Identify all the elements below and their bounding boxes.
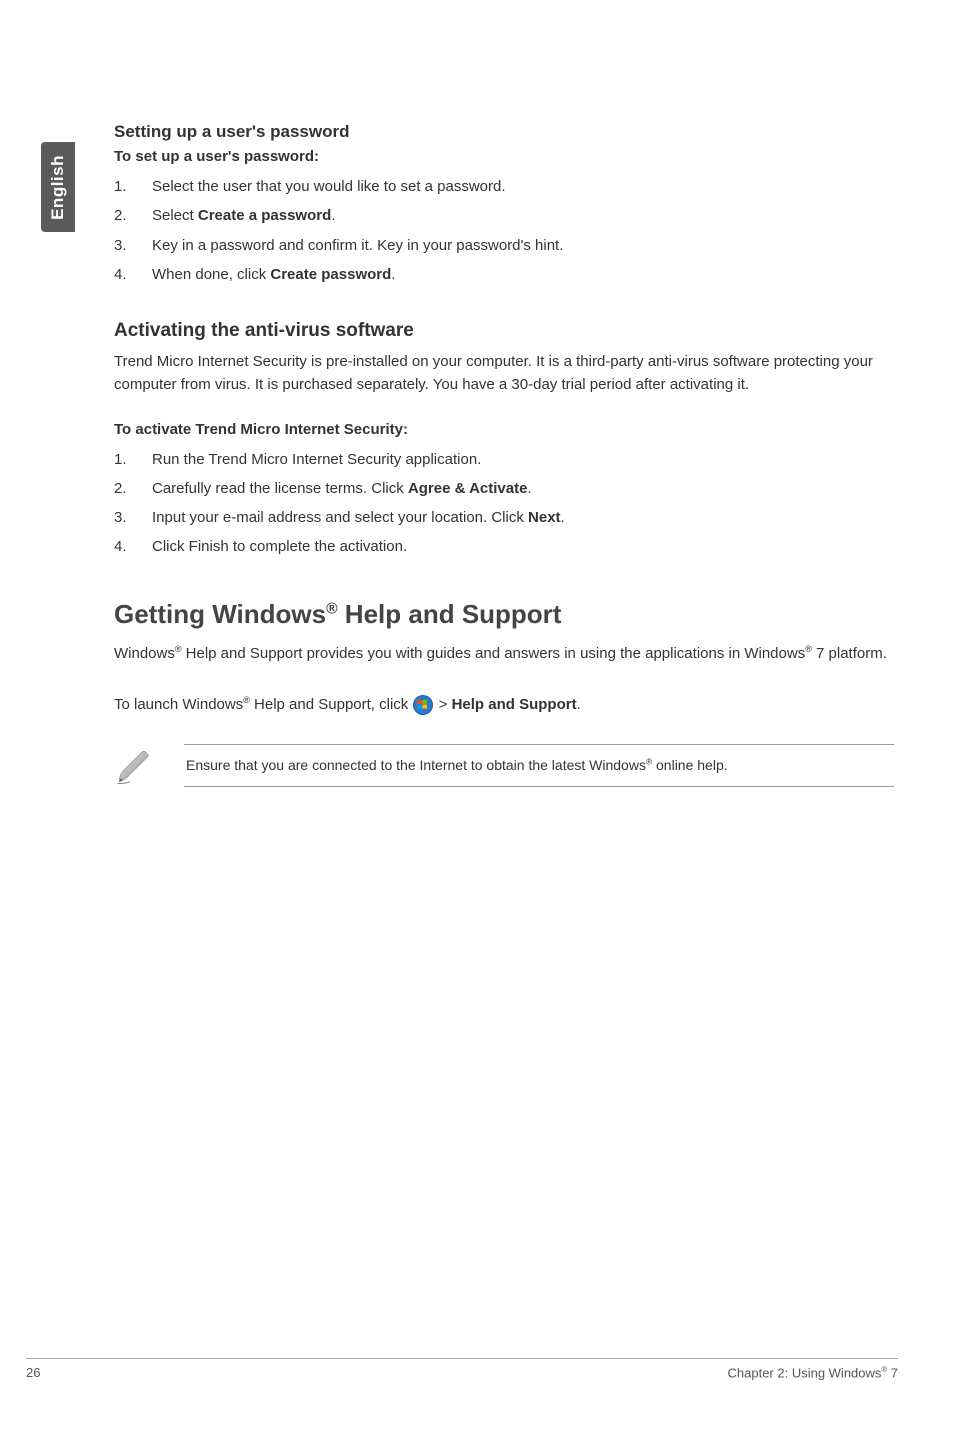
language-tab: English [41, 142, 75, 232]
step-number: 3. [114, 506, 152, 529]
list-item: 3. Input your e-mail address and select … [114, 506, 894, 529]
help-support-heading: Getting Windows® Help and Support [114, 599, 894, 630]
step-number: 2. [114, 477, 152, 500]
page-footer: 26 Chapter 2: Using Windows® 7 [26, 1358, 898, 1380]
list-item: 2. Carefully read the license terms. Cli… [114, 477, 894, 500]
page-number: 26 [26, 1365, 40, 1380]
step-text: Input your e-mail address and select you… [152, 506, 894, 529]
step-number: 4. [114, 263, 152, 286]
page-content: Setting up a user's password To set up a… [114, 122, 894, 787]
step-text: Key in a password and confirm it. Key in… [152, 234, 894, 257]
setting-password-steps: 1. Select the user that you would like t… [114, 175, 894, 286]
step-text: Carefully read the license terms. Click … [152, 477, 894, 500]
step-text: Click Finish to complete the activation. [152, 535, 894, 558]
help-support-launch: To launch Windows® Help and Support, cli… [114, 693, 894, 716]
list-item: 4. Click Finish to complete the activati… [114, 535, 894, 558]
step-number: 1. [114, 175, 152, 198]
step-text: When done, click Create password. [152, 263, 894, 286]
list-item: 1. Run the Trend Micro Internet Security… [114, 448, 894, 471]
pen-note-icon [114, 745, 156, 787]
antivirus-heading: Activating the anti-virus software [114, 320, 894, 342]
step-number: 2. [114, 204, 152, 227]
step-text: Select Create a password. [152, 204, 894, 227]
list-item: 1. Select the user that you would like t… [114, 175, 894, 198]
antivirus-intro: Trend Micro Internet Security is pre-ins… [114, 350, 894, 397]
step-number: 4. [114, 535, 152, 558]
help-support-body: Windows® Help and Support provides you w… [114, 642, 894, 665]
step-text: Run the Trend Micro Internet Security ap… [152, 448, 894, 471]
list-item: 4. When done, click Create password. [114, 263, 894, 286]
list-item: 2. Select Create a password. [114, 204, 894, 227]
setting-password-heading: Setting up a user's password [114, 122, 894, 142]
step-number: 3. [114, 234, 152, 257]
chapter-label: Chapter 2: Using Windows® 7 [728, 1365, 899, 1380]
language-tab-label: English [48, 155, 68, 220]
setting-password-subheading: To set up a user's password: [114, 148, 894, 165]
step-text: Select the user that you would like to s… [152, 175, 894, 198]
antivirus-subheading: To activate Trend Micro Internet Securit… [114, 421, 894, 438]
note-row: Ensure that you are connected to the Int… [114, 744, 894, 787]
antivirus-steps: 1. Run the Trend Micro Internet Security… [114, 448, 894, 559]
list-item: 3. Key in a password and confirm it. Key… [114, 234, 894, 257]
note-text: Ensure that you are connected to the Int… [184, 744, 894, 787]
step-number: 1. [114, 448, 152, 471]
windows-start-icon [413, 695, 433, 715]
